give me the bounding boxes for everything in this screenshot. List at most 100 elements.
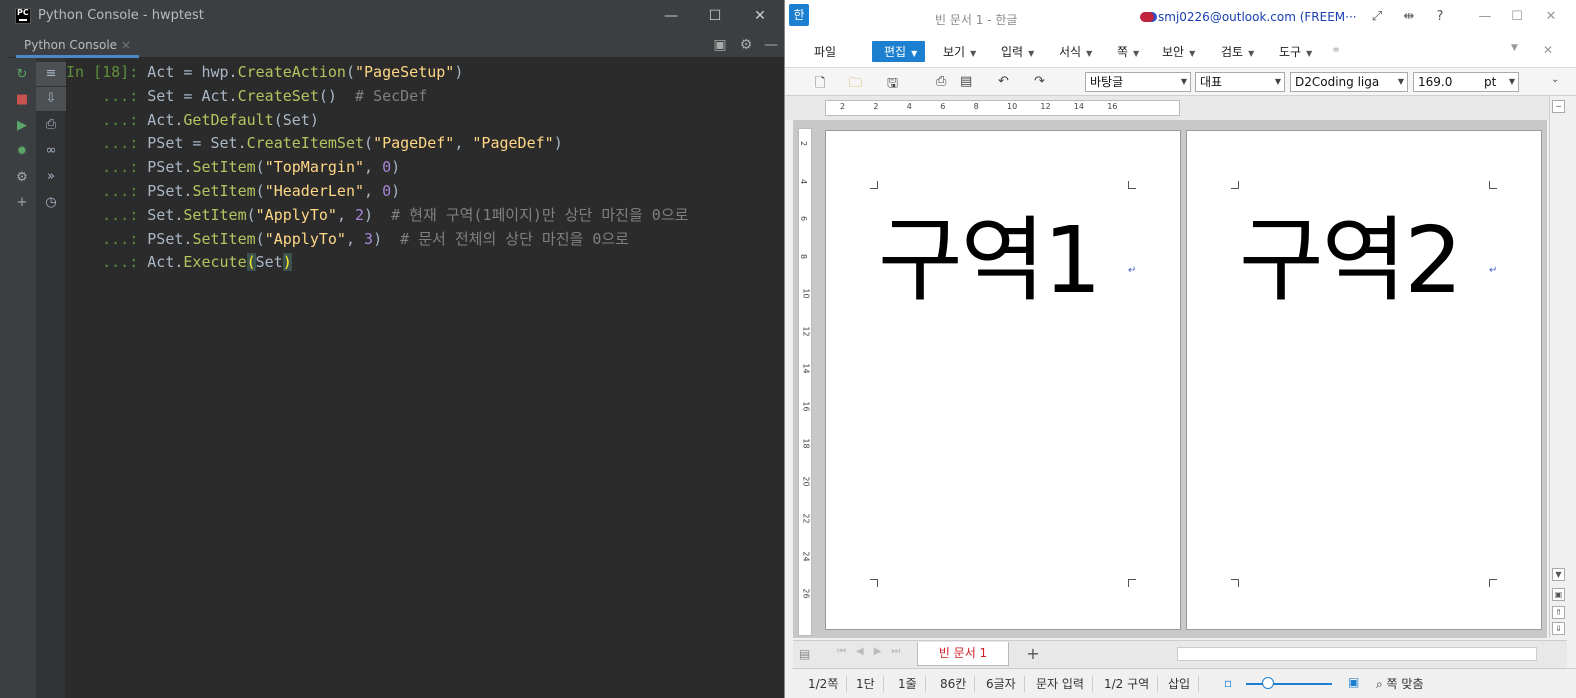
print-icon[interactable]: ⎙: [36, 113, 66, 137]
status-item[interactable]: 1/2쪽: [800, 676, 848, 692]
code-token: ): [553, 134, 563, 153]
zoom-in-icon[interactable]: ▣: [1348, 675, 1359, 689]
status-item[interactable]: 문자 입력: [1028, 676, 1093, 692]
code-token: (Set): [273, 110, 319, 129]
code-token: Set: [255, 253, 283, 272]
add-icon[interactable]: +: [8, 192, 36, 214]
page-2[interactable]: 구역2 ↵: [1186, 130, 1542, 630]
code-token: "PageSetup": [355, 63, 455, 81]
debug-icon[interactable]: ✹: [8, 141, 36, 163]
horizontal-ruler[interactable]: 2 2 4 6 8 10 12 14 16: [825, 100, 1180, 116]
zoom-slider-handle[interactable]: [1262, 677, 1274, 689]
chevron-down-icon[interactable]: ⌄: [1551, 74, 1559, 85]
status-item[interactable]: 6글자: [978, 676, 1025, 692]
status-item[interactable]: 삽입: [1160, 676, 1200, 692]
code-token: SetItem: [183, 205, 247, 224]
menu-security[interactable]: 보안 ▼: [1162, 43, 1195, 60]
gear-icon[interactable]: ⚙: [737, 36, 755, 54]
tab-document[interactable]: 빈 문서 1: [917, 642, 1009, 666]
undo-icon[interactable]: ↶: [998, 74, 1009, 89]
history-icon[interactable]: ◷: [36, 191, 66, 215]
zoom-slider[interactable]: [1246, 683, 1332, 685]
redo-icon[interactable]: ↷: [1034, 74, 1045, 89]
scroll-up-icon[interactable]: ─: [1552, 100, 1565, 113]
fit-page-button[interactable]: ⌕ 쪽 맞춤: [1376, 675, 1423, 692]
font-select[interactable]: D2Coding liga ▼: [1290, 72, 1408, 92]
stop-icon[interactable]: ■: [8, 89, 36, 111]
menu-file[interactable]: 파일: [814, 43, 836, 60]
scroll-down-icon[interactable]: ▼: [1552, 568, 1565, 581]
execute-icon[interactable]: »: [36, 165, 66, 189]
restore-layout-icon[interactable]: ▣: [711, 36, 729, 54]
run-icon[interactable]: ▶: [8, 115, 36, 137]
code-token: # 현재 구역(1페이지)만 상단 마진을 0으로: [391, 205, 689, 224]
save-icon[interactable]: 🖫: [887, 74, 898, 96]
menu-edit[interactable]: 편집 ▼: [872, 41, 926, 62]
scroll-to-end-icon[interactable]: ⇩: [36, 87, 66, 111]
menu-tools[interactable]: 도구 ▼: [1279, 43, 1312, 60]
print-icon[interactable]: ⎙: [936, 74, 946, 89]
page-text[interactable]: 구역2: [1239, 186, 1463, 319]
hide-icon[interactable]: —: [762, 36, 780, 54]
code-token: Act = hwp.: [147, 63, 238, 81]
menu-format[interactable]: 서식 ▼: [1059, 43, 1092, 60]
settings-icon[interactable]: ⚙: [8, 167, 36, 189]
close-button[interactable]: ✕: [1541, 9, 1561, 25]
status-item[interactable]: 1/2 구역: [1096, 676, 1159, 692]
code-token: # 문서 전체의 상단 마진을 0으로: [400, 229, 629, 248]
code-token: SetItem: [192, 181, 256, 200]
next-page-icon[interactable]: ⇓: [1552, 622, 1565, 635]
width-fit-icon[interactable]: ⇹: [1399, 9, 1419, 25]
ruler-number: 16: [801, 400, 811, 412]
maximize-button[interactable]: ☐: [704, 6, 726, 26]
fit-page-icon[interactable]: ▣: [1552, 588, 1565, 601]
horizontal-scrollbar[interactable]: [1177, 647, 1537, 661]
status-item[interactable]: 1줄: [890, 676, 926, 692]
close-doc-icon[interactable]: ✕: [1543, 43, 1553, 57]
code-token: # SecDef: [355, 86, 428, 105]
vertical-scrollbar[interactable]: ─ ▼ ▣ ⇑ ⇓: [1549, 96, 1567, 638]
code-token: (: [246, 253, 256, 272]
status-item[interactable]: 1단: [848, 676, 884, 692]
code-token: ...:: [66, 134, 148, 153]
document-tab-bar: ▤ ⏮◀▶⏭ 빈 문서 1 +: [793, 640, 1567, 668]
minimize-button[interactable]: —: [1475, 9, 1495, 25]
font-category-select[interactable]: 대표 ▼: [1195, 72, 1285, 92]
menu-page[interactable]: 쪽 ▼: [1117, 43, 1139, 60]
console-output[interactable]: In [18]: Act = hwp.CreateAction("PageSet…: [66, 58, 784, 698]
minimize-button[interactable]: —: [660, 6, 682, 26]
style-select[interactable]: 바탕글 ▼: [1085, 72, 1191, 92]
prev-page-icon[interactable]: ⇑: [1552, 606, 1565, 619]
close-button[interactable]: ✕: [749, 6, 771, 26]
tab-python-console[interactable]: Python Console ×: [16, 36, 140, 58]
new-document-icon[interactable]: 🗋: [815, 74, 825, 96]
code-token: ...:: [66, 253, 148, 272]
code-token: CreateAction: [237, 63, 346, 81]
zoom-out-icon[interactable]: ▫: [1224, 676, 1232, 690]
chevron-down-icon[interactable]: ▼: [1511, 43, 1518, 53]
font-size-input[interactable]: 169.0 pt ▼: [1413, 72, 1519, 92]
menu-input[interactable]: 입력 ▼: [1001, 43, 1034, 60]
user-account[interactable]: smj0226@outlook.com (FREEM···: [1140, 10, 1357, 24]
preview-icon[interactable]: ▤: [960, 74, 972, 89]
page-1[interactable]: 구역1 ↵: [825, 130, 1181, 630]
menu-review[interactable]: 검토 ▼: [1221, 43, 1254, 60]
menu-view[interactable]: 보기 ▼: [943, 43, 976, 60]
status-item[interactable]: 86칸: [932, 676, 976, 692]
fullscreen-icon[interactable]: ⤢: [1367, 9, 1387, 25]
code-token: (: [255, 229, 265, 248]
add-tab-button[interactable]: +: [1021, 644, 1045, 664]
maximize-button[interactable]: ☐: [1507, 9, 1527, 25]
soft-wrap-icon[interactable]: ≡: [36, 62, 66, 86]
share-icon[interactable]: ⚭: [1331, 43, 1341, 57]
page-text[interactable]: 구역1: [878, 186, 1102, 319]
tab-list-icon[interactable]: ▤: [799, 647, 810, 661]
open-folder-icon[interactable]: 🗀: [849, 74, 862, 96]
code-token: Set.: [147, 205, 184, 224]
tab-close-icon[interactable]: ×: [121, 38, 131, 52]
rerun-icon[interactable]: ↻: [8, 64, 36, 86]
vertical-ruler[interactable]: 2 4 6 8 10 12 14 16 18 20 22 24 26: [798, 128, 812, 636]
help-button[interactable]: ?: [1430, 9, 1450, 25]
variables-view-icon[interactable]: ∞: [36, 139, 66, 163]
tab-nav-icons[interactable]: ⏮◀▶⏭: [837, 646, 910, 657]
